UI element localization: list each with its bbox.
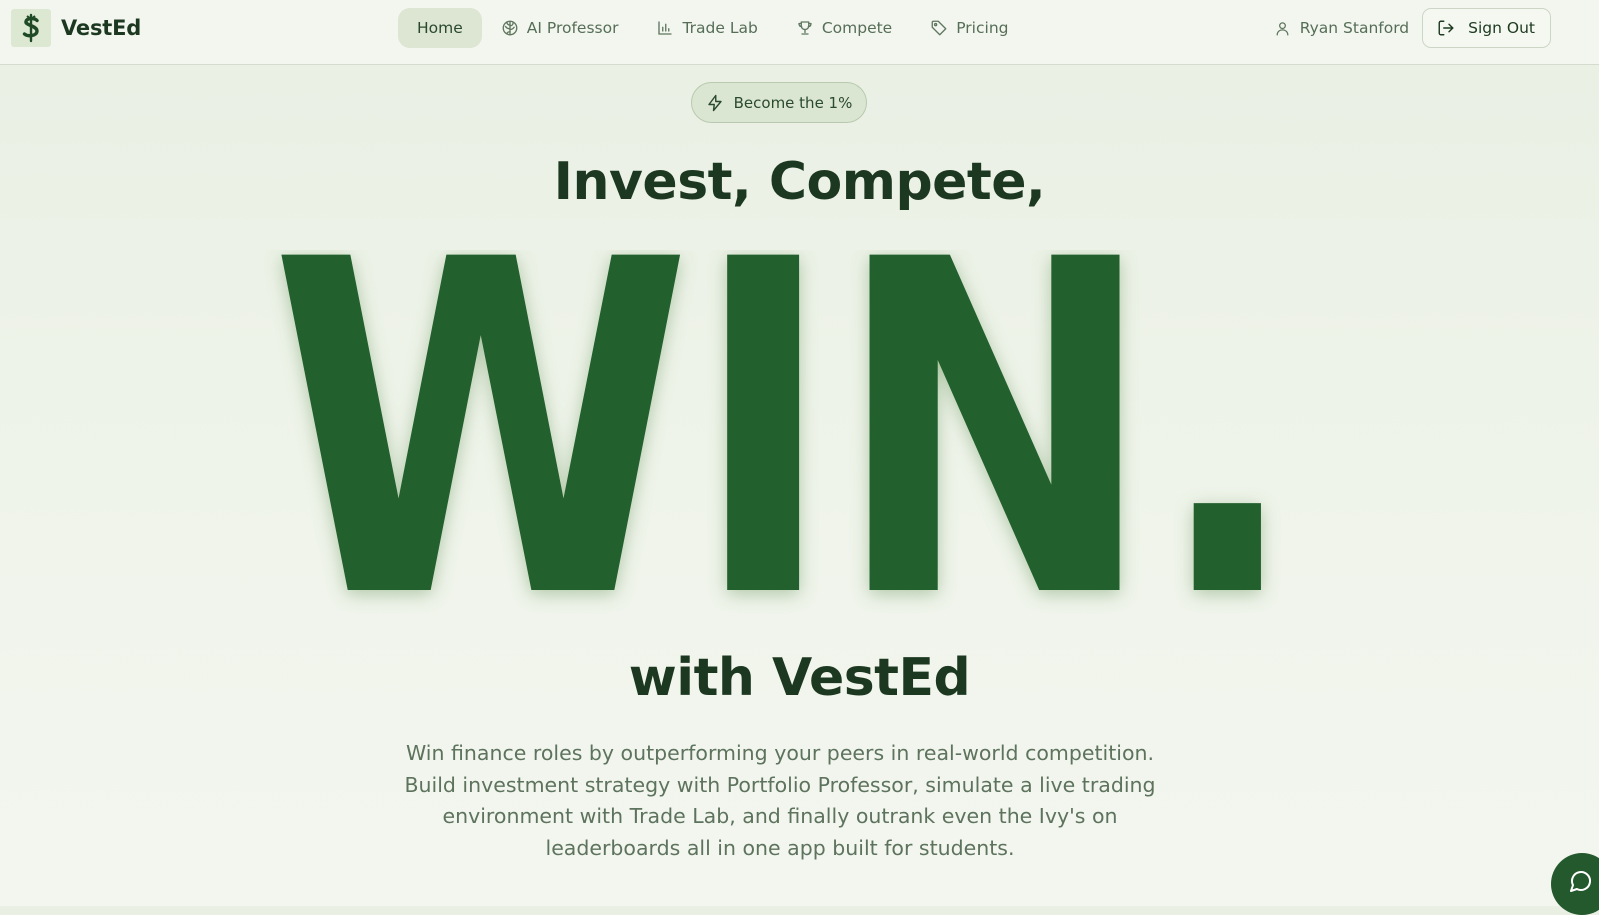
brand-name: VestEd bbox=[61, 16, 142, 40]
hero-big-word: WIN. bbox=[270, 250, 1300, 620]
nav-item-label: Pricing bbox=[956, 19, 1009, 37]
tag-icon bbox=[931, 20, 947, 36]
main-nav: Home AI Professor Trade Lab Compete Pric… bbox=[398, 8, 1027, 48]
user-name: Ryan Stanford bbox=[1299, 19, 1410, 37]
big-word-text: WIN. bbox=[270, 250, 1300, 620]
lightning-icon bbox=[707, 94, 722, 111]
nav-item-label: Home bbox=[417, 19, 463, 37]
trophy-icon bbox=[798, 21, 812, 35]
badge-text: Become the 1% bbox=[733, 93, 853, 112]
top-navigation-bar: VestEd Home AI Professor Trade Lab Compe… bbox=[0, 0, 1599, 65]
nav-item-label: Trade Lab bbox=[682, 19, 758, 37]
dollar-sign-logo-icon bbox=[11, 9, 51, 47]
hero-headline: Invest, Compete, bbox=[553, 152, 1046, 212]
logout-icon bbox=[1438, 20, 1454, 36]
become-the-1-percent-badge: Become the 1% bbox=[691, 82, 867, 123]
account-area: Ryan Stanford Sign Out bbox=[1274, 8, 1551, 48]
bar-chart-icon bbox=[658, 21, 673, 35]
nav-item-trade-lab[interactable]: Trade Lab bbox=[637, 8, 776, 48]
user-profile[interactable]: Ryan Stanford bbox=[1274, 19, 1409, 37]
hero-subheadline: with VestEd bbox=[628, 648, 971, 708]
nav-item-ai-professor[interactable]: AI Professor bbox=[482, 8, 638, 48]
user-icon bbox=[1276, 21, 1289, 36]
sign-out-label: Sign Out bbox=[1468, 19, 1535, 37]
nav-item-label: AI Professor bbox=[526, 19, 619, 37]
brain-icon bbox=[502, 20, 518, 36]
nav-item-pricing[interactable]: Pricing bbox=[911, 8, 1027, 48]
nav-item-compete[interactable]: Compete bbox=[777, 8, 911, 48]
sign-out-button[interactable]: Sign Out bbox=[1422, 8, 1551, 48]
nav-item-label: Compete bbox=[821, 19, 893, 37]
nav-item-home[interactable]: Home bbox=[398, 8, 482, 48]
hero-description: Win finance roles by outperforming your … bbox=[404, 741, 1156, 860]
brand-home-link[interactable]: VestEd bbox=[11, 9, 141, 47]
chat-bubble-icon bbox=[1570, 871, 1591, 892]
